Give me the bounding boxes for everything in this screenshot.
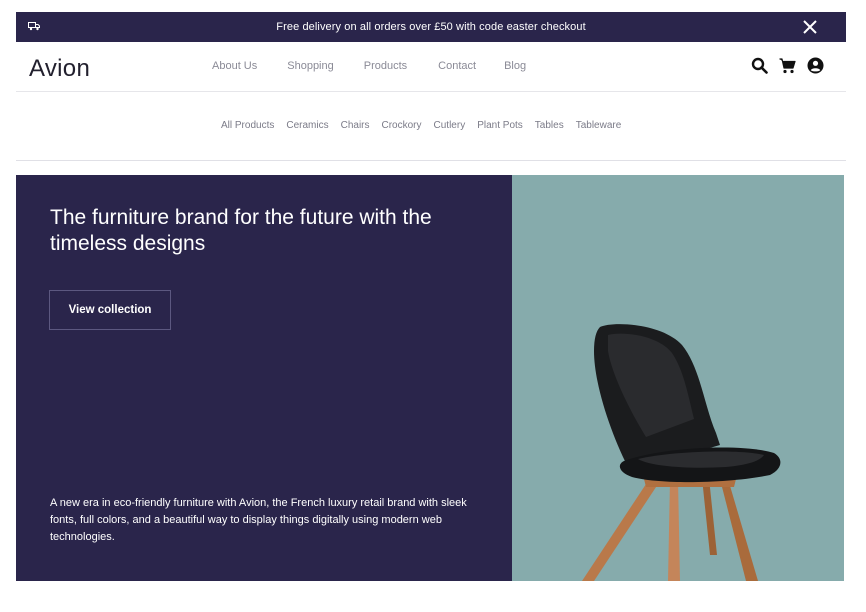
header: Avion About Us Shopping Products Contact…: [16, 42, 846, 92]
nav-about-us[interactable]: About Us: [212, 60, 257, 72]
hero-description: A new era in eco-friendly furniture with…: [50, 497, 467, 543]
nav-products[interactable]: Products: [364, 60, 407, 72]
hero-title: The furniture brand for the future with …: [50, 206, 432, 255]
hero-image-panel: [512, 175, 844, 581]
view-collection-button[interactable]: View collection: [49, 290, 171, 330]
user-icon[interactable]: [807, 57, 824, 74]
header-icons: [751, 57, 824, 74]
category-all-products[interactable]: All Products: [221, 120, 274, 131]
chair-image: [582, 324, 781, 581]
promo-text: Free delivery on all orders over £50 wit…: [276, 21, 586, 33]
nav-shopping[interactable]: Shopping: [287, 60, 334, 72]
category-ceramics[interactable]: Ceramics: [286, 120, 328, 131]
hero-text-panel: The furniture brand for the future with …: [16, 175, 512, 581]
truck-icon: [28, 22, 40, 31]
promo-bar: Free delivery on all orders over £50 wit…: [16, 12, 846, 42]
category-tables[interactable]: Tables: [535, 120, 564, 131]
category-chairs[interactable]: Chairs: [341, 120, 370, 131]
nav-contact[interactable]: Contact: [438, 60, 476, 72]
cart-icon[interactable]: [779, 57, 796, 74]
close-icon[interactable]: [802, 19, 818, 35]
nav-blog[interactable]: Blog: [504, 60, 526, 72]
category-crockory[interactable]: Crockory: [382, 120, 422, 131]
category-plant-pots[interactable]: Plant Pots: [477, 120, 523, 131]
category-cutlery[interactable]: Cutlery: [434, 120, 466, 131]
category-list: All Products Ceramics Chairs Crockory Cu…: [221, 120, 621, 131]
hero-section: The furniture brand for the future with …: [16, 175, 844, 581]
search-icon[interactable]: [751, 57, 768, 74]
category-tableware[interactable]: Tableware: [576, 120, 622, 131]
category-bar: All Products Ceramics Chairs Crockory Cu…: [16, 93, 846, 161]
main-nav: About Us Shopping Products Contact Blog: [212, 60, 526, 72]
logo[interactable]: Avion: [29, 55, 90, 83]
